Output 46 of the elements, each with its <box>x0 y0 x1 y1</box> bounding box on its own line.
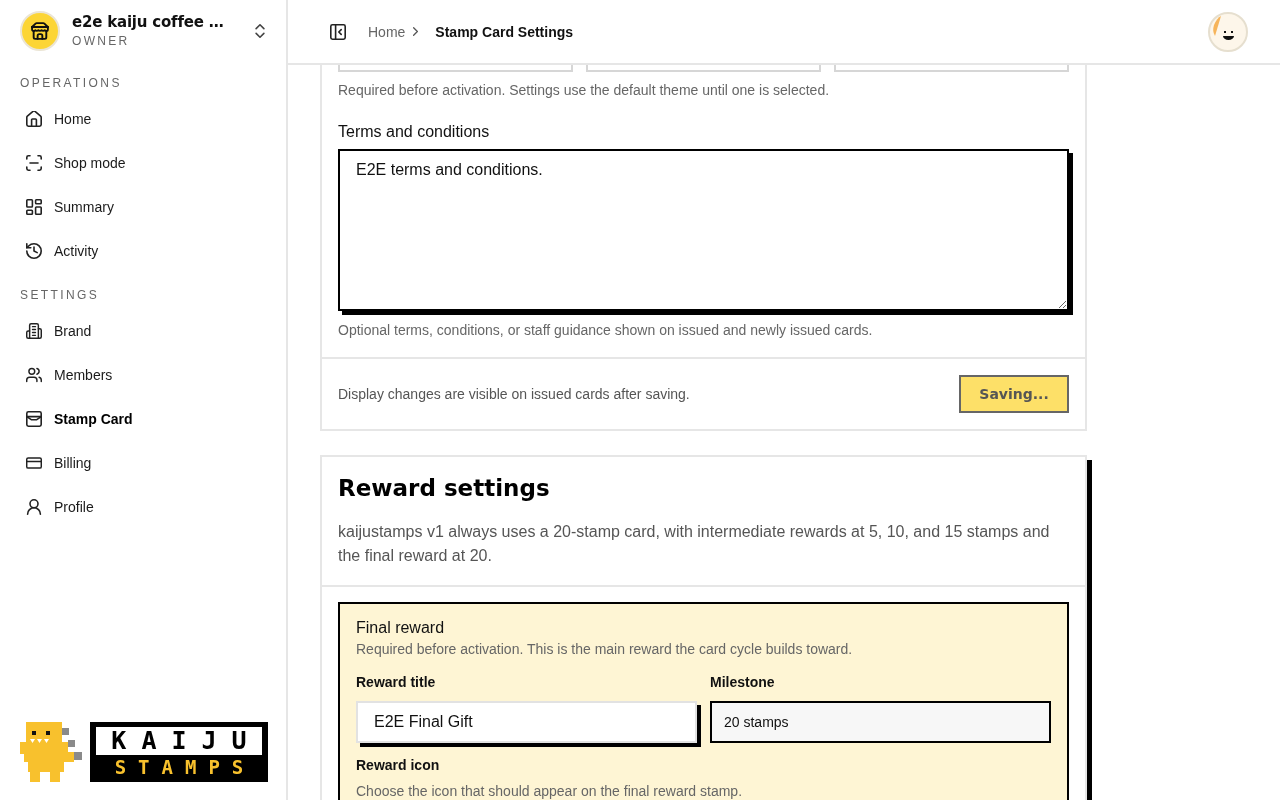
nav-item[interactable]: Activity <box>0 229 286 273</box>
field-label: Reward icon <box>356 756 440 775</box>
user-icon <box>26 499 42 515</box>
nav-item[interactable]: Summary <box>0 185 286 229</box>
monster-icon <box>18 722 84 782</box>
history-icon <box>26 243 42 259</box>
panel-title: Final reward <box>356 618 445 638</box>
section-description: kaijustamps v1 always uses a 20-stamp card, with intermediate rewards at 5, 10, and 15 stamps and the final reward at 20. <box>338 522 1051 566</box>
breadcrumb-current: Stamp Card Settings <box>435 23 574 40</box>
panel-subtitle: Required before activation. This is the main reward the card cycle builds toward. <box>356 640 853 659</box>
nav-item[interactable]: Members <box>0 353 286 397</box>
text-input[interactable]: E2E Final Gift <box>356 701 697 743</box>
tray-icon <box>26 411 42 427</box>
nav-item[interactable]: Brand <box>0 309 286 353</box>
terms-textarea[interactable]: E2E terms and conditions. <box>338 149 1069 311</box>
avatar-icon[interactable] <box>1208 11 1248 52</box>
nav-item[interactable]: Home <box>0 97 286 141</box>
nav-item[interactable]: Stamp Card <box>0 397 286 441</box>
chevron-right-icon <box>413 27 419 36</box>
building-icon <box>26 323 42 339</box>
chevron-updown-icon[interactable] <box>255 24 265 38</box>
users-icon <box>26 367 42 383</box>
sidebar-toggle-icon[interactable] <box>330 23 346 40</box>
breadcrumb-link[interactable]: Home <box>368 23 406 40</box>
scan-icon <box>26 155 42 171</box>
nav-item[interactable]: Profile <box>0 485 286 529</box>
field-label: Reward title <box>356 673 436 692</box>
workspace-role: OWNER <box>72 34 130 49</box>
helper-text: Required before activation. Settings use the default theme until one is selected. <box>338 81 831 100</box>
credit-card-icon <box>26 455 42 471</box>
helper-text: Optional terms, conditions, or staff guidance shown on issued and newly issued cards. <box>338 321 874 340</box>
footer-note: Display changes are visible on issued cards after saving. <box>338 386 690 402</box>
nav-item[interactable]: Billing <box>0 441 286 485</box>
store-icon <box>20 11 60 51</box>
workspace-name: e2e kaiju coffee … <box>72 13 224 32</box>
logo-title: KAIJU <box>96 727 262 755</box>
field-label: Terms and conditions <box>338 122 491 142</box>
home-icon <box>26 111 42 127</box>
dashboard-icon <box>26 199 42 215</box>
logo-subtitle: STAMPS <box>113 755 257 779</box>
nav-item[interactable]: Shop mode <box>0 141 286 185</box>
section-title: Reward settings <box>338 474 551 503</box>
section-heading: SETTINGS <box>20 287 100 303</box>
field-label: Milestone <box>710 673 775 692</box>
helper-text: Choose the icon that should appear on the final reward stamp. <box>356 783 743 799</box>
section-heading: OPERATIONS <box>20 75 122 91</box>
